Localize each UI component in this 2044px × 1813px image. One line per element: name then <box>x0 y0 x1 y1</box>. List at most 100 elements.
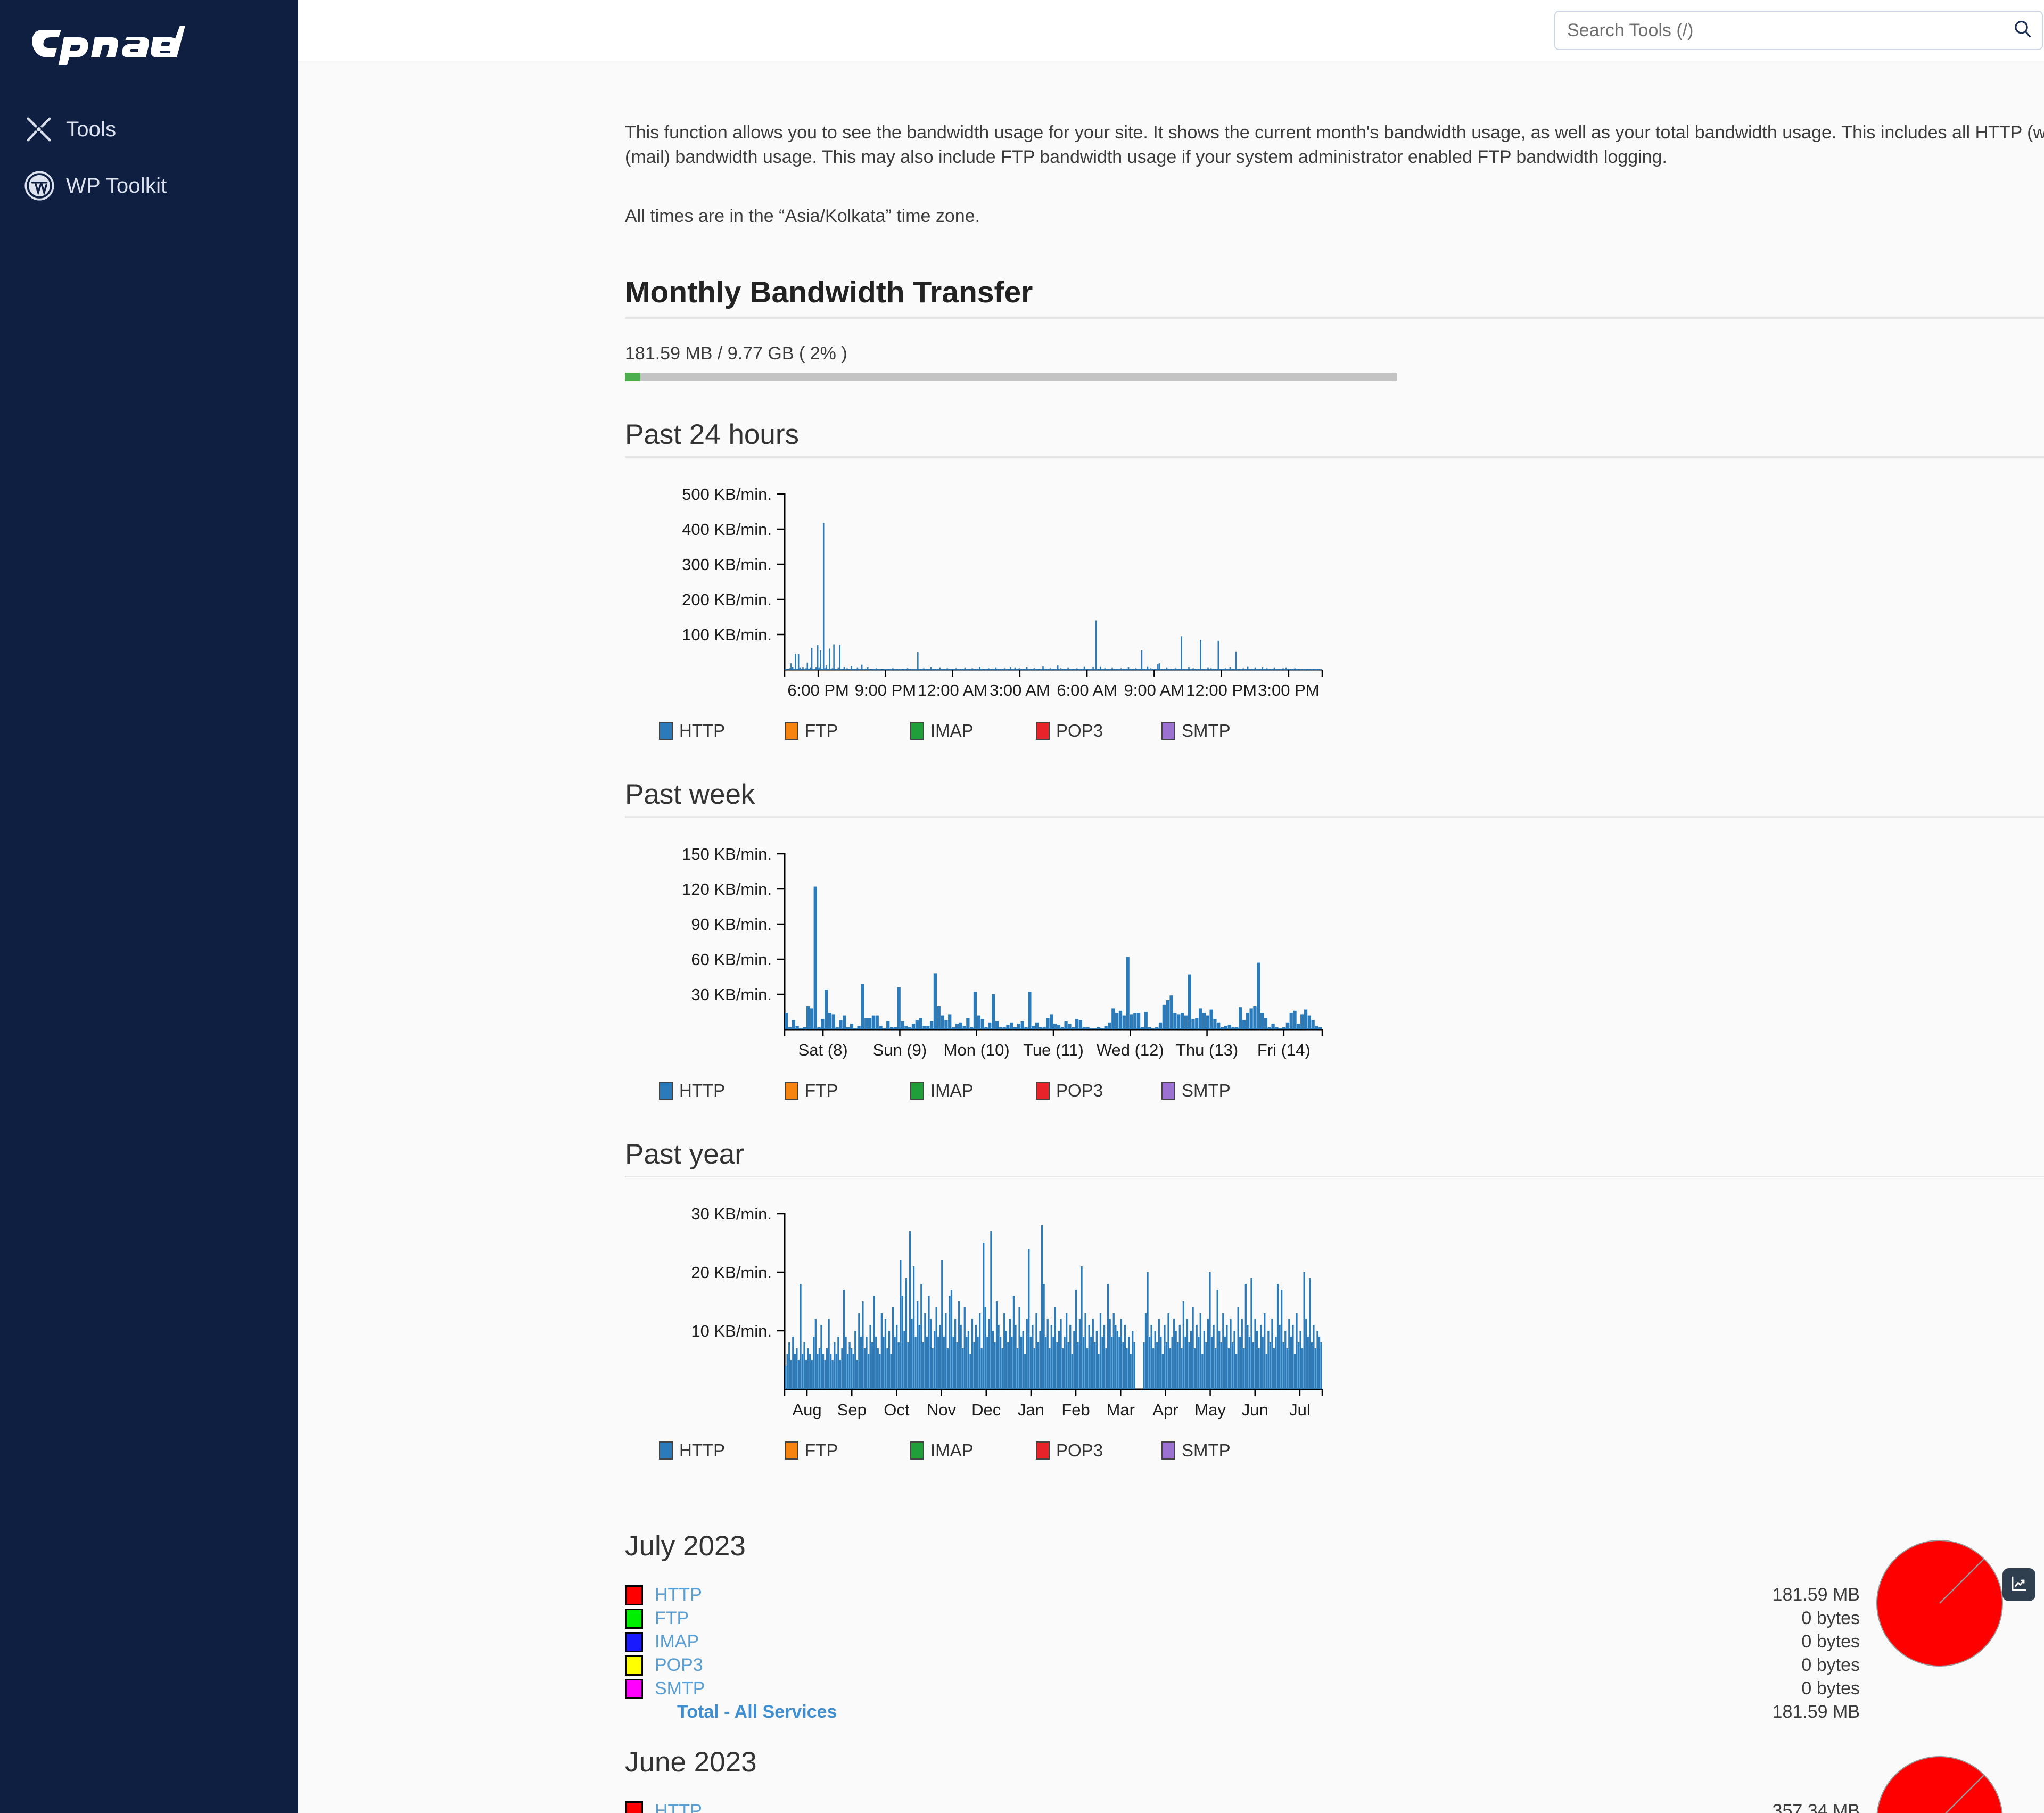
table-row: HTTP 357.34 MB <box>625 1800 1860 1813</box>
service-link[interactable]: IMAP <box>655 1631 699 1652</box>
service-value: 181.59 MB <box>1772 1585 1860 1605</box>
svg-text:20 KB/min.: 20 KB/min. <box>691 1263 772 1282</box>
bandwidth-progress-fill <box>625 372 640 381</box>
page-content: This function allows you to see the band… <box>298 61 2044 1813</box>
legend-swatch <box>659 1441 673 1460</box>
bandwidth-usage-text: 181.59 MB / 9.77 GB ( 2% ) <box>625 343 847 364</box>
past-year-plot: 10 KB/min. 20 KB/min. 30 KB/min. Aug Sep Oct N… <box>691 1205 1323 1419</box>
svg-text:Sun (9): Sun (9) <box>873 1041 927 1059</box>
legend-swatch <box>1036 721 1050 740</box>
legend-label: POP3 <box>1056 1440 1103 1460</box>
sidebar-item-label: Tools <box>66 117 117 141</box>
page-description: This function allows you to see the band… <box>625 61 2044 229</box>
svg-text:Aug: Aug <box>792 1400 821 1419</box>
legend-label: POP3 <box>1056 1080 1103 1100</box>
table-row: HTTP 181.59 MB <box>625 1584 1860 1607</box>
pie-chart-june-2023 <box>1876 1756 2004 1813</box>
service-link[interactable]: HTTP <box>655 1585 702 1605</box>
cpanel-logo[interactable] <box>0 0 298 101</box>
month-table-june-2023: HTTP 357.34 MB FTP 0 bytes IMAP 0 bytes <box>625 1800 1860 1813</box>
svg-text:Feb: Feb <box>1061 1400 1090 1419</box>
legend-swatch <box>910 1441 924 1460</box>
table-row: SMTP 0 bytes <box>625 1677 1860 1701</box>
svg-text:Apr: Apr <box>1152 1400 1178 1419</box>
month-title: July 2023 <box>625 1530 746 1562</box>
service-swatch <box>625 1678 643 1699</box>
service-link[interactable]: SMTP <box>655 1678 705 1699</box>
svg-text:100 KB/min.: 100 KB/min. <box>682 625 772 644</box>
month-block-june-2023: June 2023 HTTP 357.34 MB FTP 0 bytes <box>625 1746 2044 1813</box>
svg-text:30 KB/min.: 30 KB/min. <box>691 1205 772 1223</box>
svg-text:Oct: Oct <box>884 1400 910 1419</box>
svg-text:90 KB/min.: 90 KB/min. <box>691 915 772 934</box>
section-title-past-week: Past week <box>625 778 2044 818</box>
svg-text:6:00 PM: 6:00 PM <box>787 681 848 699</box>
svg-text:Jun: Jun <box>1242 1400 1268 1419</box>
pie-chart-july-2023 <box>1876 1539 2004 1670</box>
svg-text:12:00 AM: 12:00 AM <box>918 681 987 699</box>
svg-text:3:00 PM: 3:00 PM <box>1258 681 1319 699</box>
legend-label: HTTP <box>679 1080 726 1100</box>
svg-text:9:00 PM: 9:00 PM <box>855 681 916 699</box>
svg-text:Tue (11): Tue (11) <box>1023 1041 1084 1059</box>
search-container <box>1554 11 2043 50</box>
svg-text:Wed (12): Wed (12) <box>1097 1041 1164 1059</box>
svg-text:Thu (13): Thu (13) <box>1176 1041 1238 1059</box>
legend-label: FTP <box>805 1440 838 1460</box>
page-title: Monthly Bandwidth Transfer <box>625 275 2044 319</box>
svg-text:May: May <box>1194 1400 1226 1419</box>
svg-text:150 KB/min.: 150 KB/min. <box>682 845 772 863</box>
sidebar-item-wp-toolkit[interactable]: WP Toolkit <box>0 158 298 214</box>
main-area: This function allows you to see the band… <box>298 0 2044 1813</box>
analytics-fab-button[interactable] <box>2002 1568 2035 1601</box>
legend-swatch <box>910 721 924 740</box>
legend-swatch <box>659 721 673 740</box>
past-week-plot: 30 KB/min. 60 KB/min. 90 KB/min. 120 KB/min… <box>682 845 1323 1059</box>
svg-text:30 KB/min.: 30 KB/min. <box>691 985 772 1004</box>
svg-text:200 KB/min.: 200 KB/min. <box>682 590 772 609</box>
legend-label: HTTP <box>679 720 726 740</box>
july-2023-pie-svg <box>1876 1539 2003 1667</box>
legend-label: IMAP <box>930 1080 974 1100</box>
service-value: 0 bytes <box>1801 1655 1860 1676</box>
total-value: 181.59 MB <box>1772 1702 1860 1723</box>
svg-text:12:00 PM: 12:00 PM <box>1186 681 1257 699</box>
legend-swatch <box>659 1081 673 1100</box>
description-paragraph-2: All times are in the “Asia/Kolkata” time… <box>625 206 980 227</box>
june-2023-pie-svg <box>1876 1756 2003 1813</box>
sidebar-item-tools[interactable]: Tools <box>0 101 298 158</box>
legend-label: FTP <box>805 1080 838 1100</box>
legend-label: SMTP <box>1182 1440 1231 1460</box>
bandwidth-progress-bar <box>625 372 1397 381</box>
description-paragraph-1: This function allows you to see the band… <box>625 122 2044 167</box>
legend-past-year: HTTP FTP IMAP POP3 SMTP <box>659 1440 1298 1461</box>
total-link[interactable]: Total - All Services <box>677 1702 837 1722</box>
legend-past-week: HTTP FTP IMAP POP3 SMTP <box>659 1081 1298 1101</box>
service-link[interactable]: POP3 <box>655 1655 703 1675</box>
month-title: June 2023 <box>625 1746 757 1778</box>
service-link[interactable]: FTP <box>655 1608 689 1628</box>
chart-icon <box>2009 1574 2029 1596</box>
tools-icon <box>24 115 66 144</box>
sidebar: Tools WP Toolkit <box>0 0 298 1813</box>
search-input[interactable] <box>1554 11 2043 50</box>
chart-past-week: 30 KB/min. 60 KB/min. 90 KB/min. 120 KB/min… <box>625 843 2044 1101</box>
chart-past-year: 10 KB/min. 20 KB/min. 30 KB/min. Aug Sep Oct N… <box>625 1203 2044 1461</box>
svg-text:Nov: Nov <box>927 1400 957 1419</box>
service-swatch <box>625 1631 643 1652</box>
month-block-july-2023: July 2023 HTTP 181.59 MB FTP 0 bytes IMA… <box>625 1530 2044 1723</box>
legend-past-24-hours: HTTP FTP IMAP POP3 SMTP <box>659 721 1298 741</box>
service-link[interactable]: HTTP <box>655 1801 702 1813</box>
service-value: 0 bytes <box>1801 1678 1860 1699</box>
svg-text:Dec: Dec <box>971 1400 1001 1419</box>
legend-swatch <box>1161 1441 1175 1460</box>
legend-label: IMAP <box>930 720 974 740</box>
chart-past-24-hours: 100 KB/min. 200 KB/min. 300 KB/min. 400 KB/… <box>625 483 2044 741</box>
legend-label: FTP <box>805 720 838 740</box>
legend-label: POP3 <box>1056 720 1103 740</box>
legend-label: HTTP <box>679 1440 726 1460</box>
svg-text:60 KB/min.: 60 KB/min. <box>691 950 772 969</box>
table-row: FTP 0 bytes <box>625 1607 1860 1630</box>
svg-text:300 KB/min.: 300 KB/min. <box>682 555 772 574</box>
svg-text:Fri (14): Fri (14) <box>1257 1041 1311 1059</box>
